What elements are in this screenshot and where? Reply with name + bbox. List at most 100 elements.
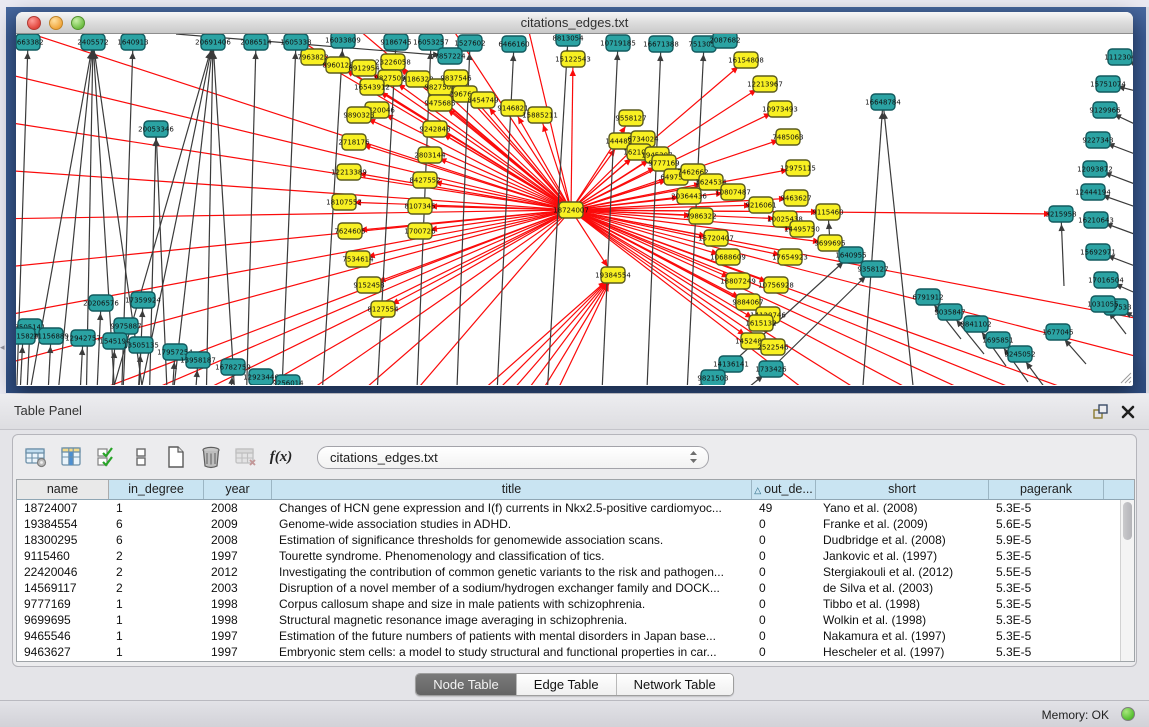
graph-node[interactable]: 6466160 bbox=[498, 36, 529, 52]
delete-table-icon[interactable] bbox=[233, 444, 259, 470]
graph-edge[interactable] bbox=[510, 275, 613, 385]
graph-edge[interactable] bbox=[861, 102, 883, 385]
graph-node[interactable]: 16671388 bbox=[643, 36, 679, 52]
graph-node[interactable]: 9975887 bbox=[110, 318, 141, 334]
table-row[interactable]: 1872400712008Changes of HCN gene express… bbox=[17, 500, 1120, 516]
graph-node[interactable]: 9463627 bbox=[780, 190, 811, 206]
graph-node[interactable]: 7485063 bbox=[772, 129, 803, 145]
graph-node[interactable]: 1640913 bbox=[117, 34, 148, 50]
graph-node[interactable]: 1615132 bbox=[745, 315, 776, 331]
new-table-icon[interactable] bbox=[163, 444, 189, 470]
graph-node[interactable]: 16154808 bbox=[728, 52, 764, 68]
graph-node[interactable]: 9216061 bbox=[745, 197, 776, 213]
graph-node[interactable]: 9245052 bbox=[1004, 346, 1035, 362]
graph-node[interactable]: 3215958 bbox=[1045, 206, 1076, 222]
graph-node[interactable]: 7534614 bbox=[342, 251, 374, 267]
panel-collapse-handle[interactable]: ◂ bbox=[0, 340, 7, 354]
graph-node[interactable]: 6791912 bbox=[912, 289, 943, 305]
column-header-title[interactable]: title bbox=[272, 480, 752, 499]
graph-edge[interactable] bbox=[571, 59, 573, 210]
window-zoom-button[interactable] bbox=[71, 16, 85, 30]
graph-node[interactable]: 1695851 bbox=[982, 332, 1013, 348]
graph-node[interactable]: 9152458 bbox=[353, 277, 384, 293]
window-minimize-button[interactable] bbox=[49, 16, 63, 30]
graph-node[interactable]: 9475685 bbox=[424, 95, 455, 111]
table-row[interactable]: 2242004622012Investigating the contribut… bbox=[17, 564, 1120, 580]
tab-node-table[interactable]: Node Table bbox=[416, 674, 517, 695]
column-header-short[interactable]: short bbox=[816, 480, 989, 499]
graph-node[interactable]: 12942757 bbox=[65, 330, 101, 346]
graph-node[interactable]: 17359924 bbox=[125, 292, 161, 308]
graph-edge[interactable] bbox=[136, 42, 213, 385]
graph-node[interactable]: 9890323 bbox=[343, 107, 374, 123]
graph-node[interactable]: 8427552 bbox=[409, 172, 440, 188]
graph-node[interactable]: 2718176 bbox=[338, 134, 370, 150]
graph-node[interactable]: 9256014 bbox=[272, 375, 304, 385]
graph-node[interactable]: 19384554 bbox=[595, 267, 631, 283]
tab-network-table[interactable]: Network Table bbox=[617, 674, 733, 695]
graph-node[interactable]: 20206576 bbox=[83, 295, 119, 311]
table-row[interactable]: 911546021997Tourette syndrome. Phenomeno… bbox=[17, 548, 1120, 564]
column-header-in_degree[interactable]: in_degree bbox=[109, 480, 204, 499]
table-row[interactable]: 1456911722003Disruption of a novel membe… bbox=[17, 580, 1120, 596]
graph-node[interactable]: 7986322 bbox=[685, 208, 716, 224]
tab-edge-table[interactable]: Edge Table bbox=[517, 674, 617, 695]
table-row[interactable]: 1938455462009Genome-wide association stu… bbox=[17, 516, 1120, 532]
graph-node[interactable]: 18107552 bbox=[326, 194, 362, 210]
column-header-out_degree[interactable]: △out_de... bbox=[752, 480, 816, 499]
graph-node[interactable]: 2087682 bbox=[709, 34, 740, 48]
graph-edge[interactable] bbox=[36, 210, 571, 385]
network-svg[interactable]: 1872400779638228960128891295423226058982… bbox=[16, 34, 1133, 385]
graph-node[interactable]: 8454749 bbox=[467, 92, 498, 108]
graph-node[interactable]: 7857224 bbox=[434, 48, 466, 64]
network-canvas[interactable]: 1872400779638228960128891295423226058982… bbox=[16, 34, 1133, 385]
graph-node[interactable]: 8127554 bbox=[367, 301, 399, 317]
graph-node[interactable]: 1733426 bbox=[755, 361, 787, 377]
graph-node[interactable]: 8107345 bbox=[404, 198, 435, 214]
graph-node[interactable]: 9837546 bbox=[440, 70, 472, 86]
window-close-button[interactable] bbox=[27, 16, 41, 30]
float-window-icon[interactable] bbox=[1091, 403, 1109, 421]
graph-edge[interactable] bbox=[456, 275, 613, 385]
table-options-icon[interactable] bbox=[23, 444, 49, 470]
graph-edge[interactable] bbox=[336, 210, 571, 385]
window-titlebar[interactable]: citations_edges.txt bbox=[16, 12, 1133, 34]
graph-node[interactable]: 2405572 bbox=[77, 34, 108, 50]
graph-edge[interactable] bbox=[358, 210, 571, 259]
graph-edge[interactable] bbox=[213, 42, 236, 385]
graph-node[interactable]: 9242848 bbox=[419, 121, 450, 137]
table-row[interactable]: 969969511998Structural magnetic resonanc… bbox=[17, 612, 1120, 628]
column-header-name[interactable]: name bbox=[17, 480, 109, 499]
close-panel-icon[interactable] bbox=[1119, 403, 1137, 421]
table-row[interactable]: 977716911998Corpus callosum shape and si… bbox=[17, 596, 1120, 612]
graph-node[interactable]: 9821503 bbox=[697, 370, 728, 385]
graph-node[interactable]: 9186745 bbox=[380, 34, 411, 50]
function-builder-icon[interactable]: f(x) bbox=[268, 444, 294, 470]
graph-node[interactable]: 2086514 bbox=[240, 34, 272, 50]
graph-node[interactable]: 23226058 bbox=[375, 54, 411, 70]
graph-node[interactable]: 12975115 bbox=[780, 160, 816, 176]
graph-node[interactable]: 16648784 bbox=[865, 94, 901, 110]
table-row[interactable]: 1830029562008Estimation of significance … bbox=[17, 532, 1120, 548]
column-header-pagerank[interactable]: pagerank bbox=[989, 480, 1104, 499]
scrollbar-thumb[interactable] bbox=[1123, 502, 1132, 540]
row-height-icon[interactable] bbox=[128, 444, 154, 470]
show-columns-icon[interactable] bbox=[58, 444, 84, 470]
graph-node[interactable]: 12213967 bbox=[747, 76, 783, 92]
graph-node[interactable]: 2803144 bbox=[414, 147, 446, 163]
graph-node[interactable]: 1605338 bbox=[280, 34, 311, 50]
table-row[interactable]: 946554611997Estimation of the future num… bbox=[17, 628, 1120, 644]
graph-edge[interactable] bbox=[16, 210, 571, 269]
graph-node[interactable]: 1677045 bbox=[1042, 324, 1073, 340]
graph-node[interactable]: 20053346 bbox=[138, 121, 174, 137]
graph-edge[interactable] bbox=[571, 205, 761, 210]
graph-edge[interactable] bbox=[571, 210, 1133, 364]
graph-node[interactable]: 7624605 bbox=[334, 223, 365, 239]
graph-node[interactable]: 9358127 bbox=[857, 261, 888, 277]
graph-edge[interactable] bbox=[496, 44, 514, 385]
graph-node[interactable]: 15122543 bbox=[555, 51, 591, 67]
graph-node[interactable]: 17654923 bbox=[772, 249, 808, 265]
window-resize-grip[interactable] bbox=[1118, 370, 1132, 384]
graph-node[interactable]: 2522546 bbox=[757, 339, 789, 355]
graph-node[interactable]: 9129966 bbox=[1089, 102, 1121, 118]
